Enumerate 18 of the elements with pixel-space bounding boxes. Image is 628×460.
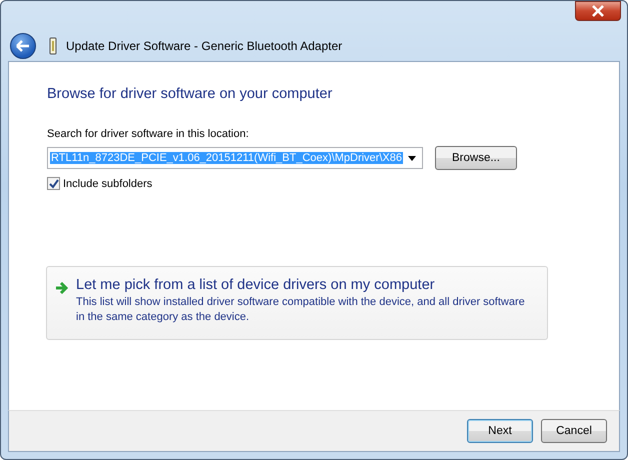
option-description: This list will show installed driver software compatible with the device, and all driver software in the same category as the device.	[76, 295, 526, 325]
location-label: Search for driver software in this location:	[47, 128, 250, 140]
next-button[interactable]: Next	[467, 419, 533, 443]
cancel-button[interactable]: Cancel	[541, 419, 607, 443]
option-title: Let me pick from a list of device drivers on my computer	[76, 277, 436, 293]
back-arrow-icon	[16, 40, 30, 52]
dropdown-caret-icon	[408, 156, 416, 160]
window-title: Update Driver Software - Generic Bluetooth Adapter	[66, 39, 342, 53]
include-subfolders-label: Include subfolders	[63, 178, 152, 190]
pick-from-list-option[interactable]: Let me pick from a list of device drivers on my computer This list will show installed driver software compatible with the device, and all driver software in the same category as the device.	[46, 266, 548, 340]
back-button[interactable]	[10, 33, 36, 59]
close-button[interactable]	[575, 1, 621, 21]
browse-button[interactable]: Browse...	[435, 146, 517, 170]
include-subfolders-checkbox[interactable]	[47, 177, 60, 190]
device-icon	[48, 37, 58, 55]
page-heading: Browse for driver software on your computer	[47, 86, 334, 102]
close-icon	[591, 5, 605, 17]
arrow-icon	[55, 282, 68, 294]
